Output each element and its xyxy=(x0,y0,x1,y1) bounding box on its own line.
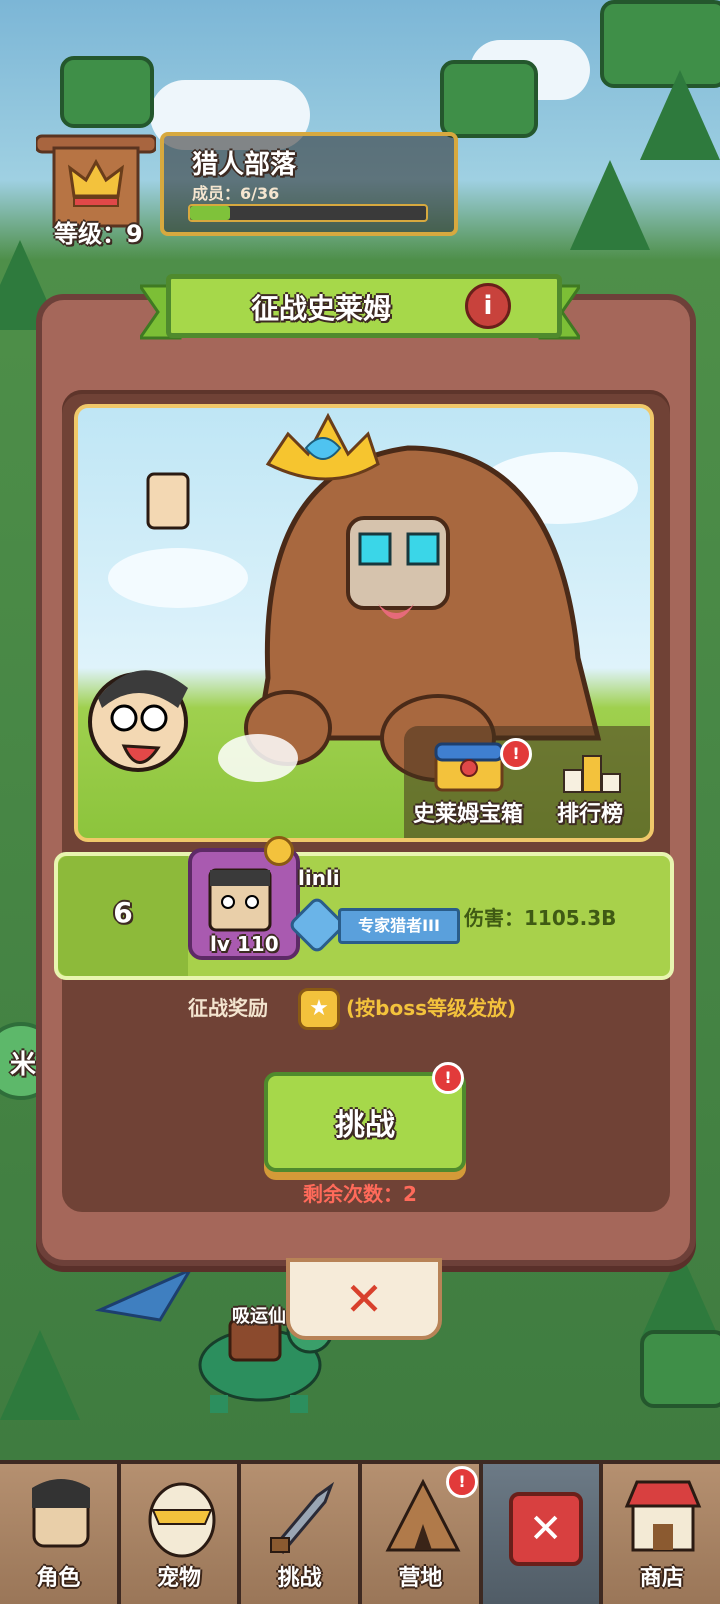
bush xyxy=(640,1330,720,1408)
side-menu-icon: 米 xyxy=(10,1050,37,1080)
player-level: lv 110 xyxy=(210,932,279,956)
nav-camp-label: 营地 xyxy=(398,1566,443,1591)
pet-egg-icon xyxy=(148,1482,216,1558)
info-icon: i xyxy=(483,291,493,321)
nav-challenge-label: 挑战 xyxy=(277,1566,322,1591)
leaderboard-label: 排行榜 xyxy=(556,802,623,827)
challenge-button[interactable]: 挑战 ! xyxy=(264,1062,466,1172)
reward-label: 征战奖励 xyxy=(188,996,268,1020)
damage-text: 伤害：1105.3B xyxy=(464,902,616,931)
slime-chest-button[interactable]: ! 史莱姆宝箱 xyxy=(408,738,532,836)
nav-character-label: 角色 xyxy=(36,1566,81,1591)
tribe-name: 猎人部落 xyxy=(192,150,297,180)
shop-icon xyxy=(625,1480,702,1552)
remaining-attempts: 剩余次数：2 xyxy=(0,1178,720,1207)
tribe-members-progress-bar xyxy=(188,204,428,222)
rank-cell: 6 xyxy=(58,856,188,976)
chest-alert-badge: ! xyxy=(500,738,532,770)
camp-alert-badge: ! xyxy=(446,1466,479,1498)
tribe-level-label: 等级： xyxy=(54,220,126,248)
reward-star-icon[interactable]: ★ xyxy=(298,988,340,1030)
challenge-button-label: 挑战 xyxy=(335,1108,395,1143)
nav-camp[interactable]: ! 营地 xyxy=(362,1464,483,1604)
tribe-members: 成员：6/36 xyxy=(192,180,279,204)
other-player-name: 吸运仙 xyxy=(232,1306,286,1327)
player-rank: 6 xyxy=(113,896,133,929)
tree xyxy=(570,160,650,250)
nav-close[interactable]: ✕ xyxy=(482,1464,604,1604)
sword-icon xyxy=(270,1481,335,1555)
close-icon: ✕ xyxy=(508,1492,583,1566)
tribe-level-value: 9 xyxy=(126,220,143,248)
nav-character[interactable]: 角色 xyxy=(0,1464,121,1604)
slime-chest-label: 史莱姆宝箱 xyxy=(412,802,523,827)
dialog-title: 征战史莱姆 xyxy=(250,292,391,325)
character-icon xyxy=(32,1479,90,1548)
tribe-info-panel[interactable]: 猎人部落 成员：6/36 xyxy=(160,132,458,236)
nav-pets[interactable]: 宠物 xyxy=(120,1464,242,1604)
tribe-members-value: 6/36 xyxy=(240,184,280,203)
tribe-members-progress-fill xyxy=(190,206,231,220)
dialog-close-button[interactable]: ✕ xyxy=(286,1258,442,1340)
nav-shop[interactable]: 商店 xyxy=(603,1464,720,1604)
reward-note: (按boss等级发放) xyxy=(346,996,517,1020)
bush xyxy=(60,56,154,128)
tree xyxy=(640,70,720,160)
info-button[interactable]: i xyxy=(465,283,511,329)
tree xyxy=(0,1330,80,1420)
challenge-alert-badge: ! xyxy=(432,1062,464,1094)
player-title-badge: 专家猎者III xyxy=(338,908,460,944)
dialog-title-plate: 征战史莱姆 i xyxy=(166,274,562,338)
damage-label: 伤害： xyxy=(464,906,524,930)
boss-illustration: ! 史莱姆宝箱 排行榜 xyxy=(74,404,654,842)
leaderboard-button[interactable]: 排行榜 xyxy=(540,740,640,836)
nav-pets-label: 宠物 xyxy=(157,1566,202,1591)
player-rank-row: 6 lv 110 linli 专家猎者III 伤害：1105.3B xyxy=(54,836,674,980)
bush xyxy=(440,60,538,138)
close-icon: ✕ xyxy=(344,1272,384,1326)
nav-challenge[interactable]: 挑战 xyxy=(241,1464,363,1604)
damage-value: 1105.3B xyxy=(524,906,617,930)
player-name: linli xyxy=(298,866,340,890)
coin-icon xyxy=(264,836,294,866)
treasure-chest-icon xyxy=(434,742,504,792)
podium-icon xyxy=(563,755,621,793)
tribe-members-label: 成员： xyxy=(192,184,241,203)
remaining-value: 2 xyxy=(403,1182,417,1206)
bottom-navigation: 角色 宠物 挑战 ! 营地 ✕ 商店 xyxy=(0,1460,720,1604)
nav-shop-label: 商店 xyxy=(639,1566,684,1591)
remaining-label: 剩余次数： xyxy=(303,1182,404,1206)
tribe-level: 等级：9 xyxy=(54,214,143,249)
